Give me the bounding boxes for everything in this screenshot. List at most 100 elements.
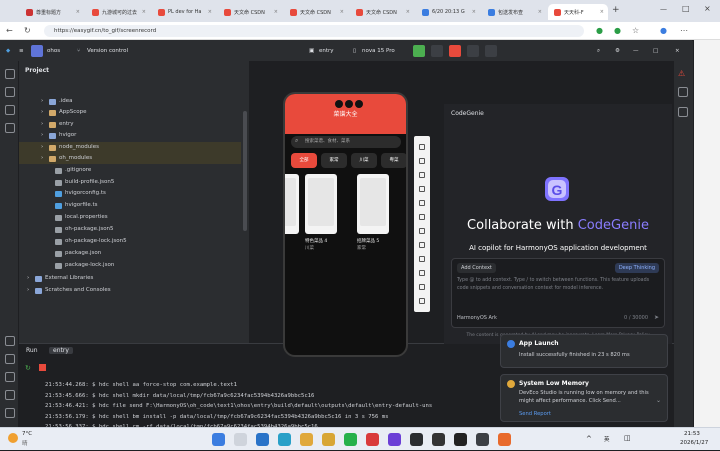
close-icon[interactable]: × — [340, 9, 348, 15]
terminal-icon[interactable] — [410, 433, 423, 446]
minimize-icon[interactable]: — — [633, 45, 639, 57]
chevron-down-icon[interactable]: ⌄ — [656, 397, 661, 404]
weather-icon[interactable] — [8, 433, 18, 443]
page-scrollbar[interactable] — [694, 40, 720, 427]
run-tab[interactable]: Run — [26, 347, 38, 354]
run-tool-icon[interactable] — [5, 336, 15, 346]
tree-scrollbar[interactable] — [243, 111, 247, 231]
recent-icon[interactable] — [419, 256, 425, 262]
browser-tab[interactable]: 天文命 CSDN × — [284, 4, 348, 20]
close-icon[interactable]: × — [600, 9, 608, 15]
deveco-icon[interactable] — [388, 433, 401, 446]
browser-tab[interactable]: 天文命 CSDN × — [218, 4, 282, 20]
back-icon[interactable] — [419, 242, 425, 248]
close-icon[interactable]: × — [406, 9, 414, 15]
recipe-card[interactable] — [357, 174, 389, 234]
recipe-card[interactable] — [285, 174, 299, 234]
url-field[interactable]: https://easygif.cn/to_gif/screenrecord — [44, 25, 584, 37]
tree-item[interactable]: .gitignore — [19, 165, 241, 176]
chevron-right-icon[interactable]: › — [27, 285, 32, 296]
extension-icon[interactable]: ● — [596, 26, 603, 35]
app-icon[interactable] — [498, 433, 511, 446]
maximize-icon[interactable]: □ — [682, 4, 690, 13]
project-tool-icon[interactable] — [5, 69, 15, 79]
search-icon[interactable]: ⌕ — [597, 45, 600, 57]
clock-time[interactable]: 21:53 — [684, 431, 700, 437]
tree-item[interactable]: package.json — [19, 248, 241, 259]
git-tool-icon[interactable] — [5, 408, 15, 418]
notification-app-launch[interactable]: App Launch Install successfully finished… — [500, 334, 668, 368]
clock-date[interactable]: 2026/1/27 — [680, 440, 708, 446]
notification-low-memory[interactable]: System Low Memory DevEco Studio is runni… — [500, 374, 668, 422]
close-icon[interactable]: × — [208, 9, 216, 15]
tree-item[interactable]: package-lock.json — [19, 260, 241, 271]
fold-icon[interactable] — [419, 270, 425, 276]
tree-item[interactable]: hvigorfile.ts — [19, 200, 241, 211]
new-tab-icon[interactable]: + — [612, 5, 620, 15]
volume-up-icon[interactable] — [419, 158, 425, 164]
tree-item[interactable]: hvigorconfig.ts — [19, 188, 241, 199]
reload-icon[interactable]: ↻ — [24, 26, 31, 35]
tree-item[interactable]: build-profile.json5 — [19, 177, 241, 188]
tree-item[interactable]: oh-package.json5 — [19, 224, 241, 235]
tree-item[interactable]: local.properties — [19, 212, 241, 223]
gear-icon[interactable]: ⚙ — [615, 45, 620, 57]
browser-tab[interactable]: PL dev for Ha × — [152, 4, 216, 20]
tree-item[interactable]: › oh_modules — [19, 153, 241, 164]
explorer-icon[interactable] — [322, 433, 335, 446]
vscode-icon[interactable] — [256, 433, 269, 446]
device-manager-icon[interactable] — [678, 107, 688, 117]
volume-down-icon[interactable] — [419, 172, 425, 178]
send-icon[interactable]: ➤ — [654, 314, 659, 321]
model-selector[interactable]: HarmonyOS Ark — [457, 315, 497, 321]
close-icon[interactable]: × — [142, 9, 150, 15]
category-chip-all[interactable]: 全部 — [291, 153, 317, 168]
chevron-right-icon[interactable]: › — [41, 107, 46, 118]
recorder-icon[interactable] — [432, 433, 445, 446]
problems-tool-icon[interactable] — [5, 372, 15, 382]
tree-item[interactable]: oh-package-lock.json5 — [19, 236, 241, 247]
notifications-icon[interactable]: ⚠ — [678, 69, 685, 78]
browser-tab[interactable]: 6/20 20:13 G × — [416, 4, 480, 20]
stop-icon[interactable] — [39, 364, 46, 371]
home-icon[interactable] — [419, 228, 425, 234]
close-icon[interactable]: × — [76, 9, 84, 15]
run-config-selector[interactable]: entry — [319, 45, 334, 57]
search-icon[interactable] — [234, 433, 247, 446]
browser-tab[interactable]: 尊重标题方 × — [20, 4, 84, 20]
close-icon[interactable]: × — [472, 9, 480, 15]
tree-item[interactable]: › .idea — [19, 96, 241, 107]
tree-item[interactable]: › External Libraries — [19, 273, 241, 284]
rotate-icon[interactable] — [419, 186, 425, 192]
browser-tab[interactable]: 九游城可的过去 × — [86, 4, 150, 20]
chevron-right-icon[interactable]: › — [41, 142, 46, 153]
tree-item[interactable]: › entry — [19, 119, 241, 130]
minimize-icon[interactable]: — — [660, 5, 667, 13]
close-icon[interactable]: × — [274, 9, 282, 15]
deep-thinking-button[interactable]: Deep Thinking — [614, 263, 659, 273]
maximize-icon[interactable]: □ — [653, 45, 658, 57]
more-icon[interactable] — [419, 298, 425, 304]
recipe-search-input[interactable]: 搜索菜谱、食材、菜系 — [291, 136, 401, 148]
wechat-icon[interactable] — [344, 433, 357, 446]
tree-item[interactable]: › Scratches and Consoles — [19, 285, 241, 296]
close-window-icon[interactable]: × — [704, 4, 711, 13]
input-language[interactable]: 英 — [604, 435, 610, 443]
add-context-button[interactable]: Add Context — [457, 263, 496, 273]
back-icon[interactable]: ← — [6, 26, 13, 35]
chrome-icon[interactable] — [300, 433, 313, 446]
device-selector[interactable]: nova 15 Pro — [362, 45, 395, 57]
tree-item[interactable]: › hvigor — [19, 130, 241, 141]
browser-tab-active[interactable]: 天天科-F × — [548, 4, 608, 20]
close-icon[interactable]: × — [675, 45, 680, 57]
chevron-right-icon[interactable]: › — [41, 130, 46, 141]
settings-icon[interactable] — [419, 284, 425, 290]
bookmark-icon[interactable]: ☆ — [632, 26, 639, 35]
tree-item[interactable]: › AppScope — [19, 107, 241, 118]
category-chip[interactable]: 川菜 — [351, 153, 377, 168]
tree-item[interactable]: › node_modules — [19, 142, 241, 153]
edge-icon[interactable] — [278, 433, 291, 446]
start-icon[interactable] — [212, 433, 225, 446]
profile-icon[interactable]: ● — [660, 26, 667, 35]
browser-tab[interactable]: 天文命 CSDN × — [350, 4, 414, 20]
